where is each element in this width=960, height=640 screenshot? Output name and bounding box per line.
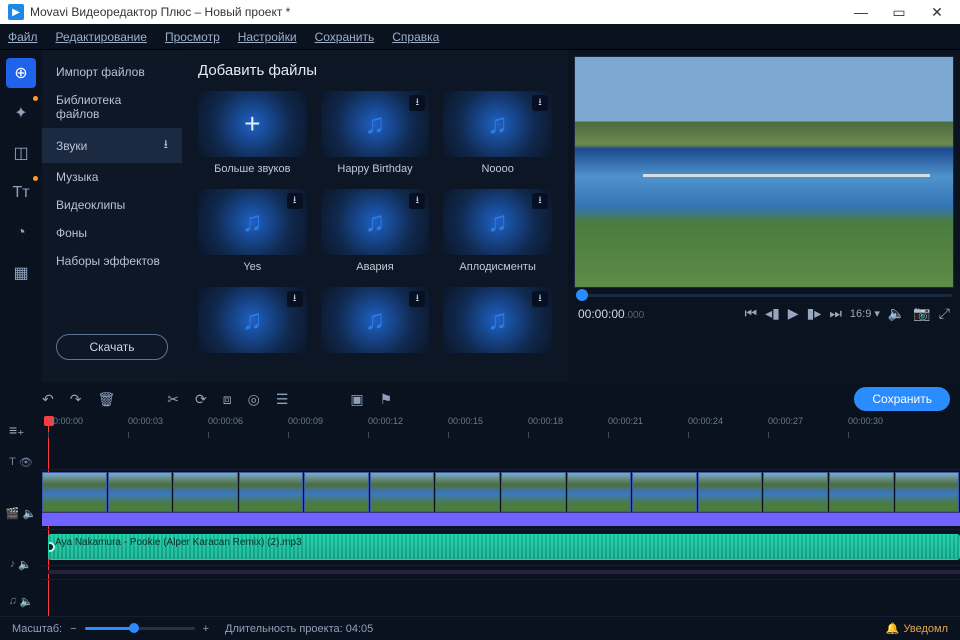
extra-audio-track[interactable]: [42, 566, 960, 580]
download-icon[interactable]: ⭳: [287, 193, 303, 209]
sidetab-stickers[interactable]: ◔: [6, 218, 36, 248]
nav-list: Импорт файлов Библиотека файлов Звуки⭳ М…: [42, 50, 182, 382]
marker-button[interactable]: ⚑: [380, 391, 393, 408]
close-button[interactable]: ✕: [922, 4, 952, 21]
step-forward-button[interactable]: ▮▸: [807, 305, 822, 322]
card-sound[interactable]: ♫⭳ Аплодисменты: [443, 189, 552, 273]
menu-settings[interactable]: Настройки: [238, 30, 297, 44]
crop-button[interactable]: ⧈: [223, 391, 232, 408]
aspect-ratio-button[interactable]: 16:9 ▾: [850, 307, 880, 320]
download-icon[interactable]: ⭳: [409, 193, 425, 209]
transition-wizard-button[interactable]: ▣: [350, 391, 363, 408]
download-button[interactable]: Скачать: [56, 334, 168, 360]
step-back-button[interactable]: ◂▮: [765, 305, 780, 322]
sidetab-transitions[interactable]: ◫: [6, 138, 36, 168]
menu-bar: Файл Редактирование Просмотр Настройки С…: [0, 24, 960, 50]
menu-file[interactable]: Файл: [8, 30, 38, 44]
preview-viewport: [574, 56, 954, 288]
notifications-button[interactable]: 🔔 Уведомл: [886, 622, 948, 635]
download-icon[interactable]: ⭳: [532, 95, 548, 111]
music-note-icon: ♫: [487, 206, 508, 238]
seekbar-knob[interactable]: [576, 289, 588, 301]
timecode: 00:00:00.000: [578, 307, 644, 321]
nav-item-videoclips[interactable]: Видеоклипы: [42, 191, 182, 219]
card-more-sounds[interactable]: + Больше звуков: [198, 91, 307, 175]
zoom-out-button[interactable]: −: [70, 623, 76, 635]
title-track-header[interactable]: T 👁: [2, 448, 40, 477]
volume-button[interactable]: 🔈: [888, 305, 905, 322]
download-icon[interactable]: ⭳: [532, 193, 548, 209]
nav-item-sounds[interactable]: Звуки⭳: [42, 128, 182, 163]
download-icon: ⭳: [164, 135, 168, 156]
download-icon[interactable]: ⭳: [532, 291, 548, 307]
play-button[interactable]: ▶: [788, 305, 799, 322]
card-sound[interactable]: ♫⭳: [198, 287, 307, 353]
download-icon[interactable]: ⭳: [287, 291, 303, 307]
color-button[interactable]: ◎: [248, 391, 260, 408]
card-sound[interactable]: ♫⭳ Yes: [198, 189, 307, 273]
card-sound[interactable]: ♫⭳ Happy Birthday: [321, 91, 430, 175]
zoom-slider[interactable]: [85, 627, 195, 630]
music-note-icon: ♫: [487, 108, 508, 140]
music-note-icon: ♫: [364, 304, 385, 336]
sidetab-more[interactable]: ▦: [6, 258, 36, 288]
redo-button[interactable]: ↷: [70, 391, 82, 408]
delete-button[interactable]: 🗑: [97, 391, 115, 408]
save-button[interactable]: Сохранить: [854, 387, 950, 411]
maximize-button[interactable]: ▭: [884, 4, 914, 21]
timeline-ruler[interactable]: 00:00:0000:00:0300:00:0600:00:0900:00:12…: [42, 416, 960, 440]
video-clip[interactable]: [42, 472, 107, 512]
menu-help[interactable]: Справка: [392, 30, 439, 44]
video-track[interactable]: [42, 472, 960, 530]
sidetab-titles[interactable]: Tᴛ: [6, 178, 36, 208]
music-note-icon: ♫: [364, 206, 385, 238]
extra-track-header[interactable]: ♫ 🔈: [2, 587, 40, 616]
card-sound[interactable]: ♫⭳: [321, 287, 430, 353]
menu-edit[interactable]: Редактирование: [56, 30, 147, 44]
video-track-header[interactable]: 🎬 🔈: [2, 485, 40, 542]
nav-item-effects[interactable]: Наборы эффектов: [42, 247, 182, 275]
next-clip-button[interactable]: ⏭: [829, 305, 842, 322]
app-logo-icon: ▶: [8, 4, 24, 20]
music-note-icon: ♫: [364, 108, 385, 140]
prev-clip-button[interactable]: ⏮: [744, 305, 757, 322]
cut-button[interactable]: ✂: [167, 391, 179, 408]
download-icon[interactable]: ⭳: [409, 95, 425, 111]
download-icon[interactable]: ⭳: [409, 291, 425, 307]
preview-seekbar[interactable]: [576, 294, 952, 297]
nav-item-backgrounds[interactable]: Фоны: [42, 219, 182, 247]
adjust-button[interactable]: ☰: [276, 391, 289, 408]
rotate-button[interactable]: ⟳: [195, 391, 207, 408]
nav-item-import[interactable]: Импорт файлов: [42, 58, 182, 86]
music-note-icon: ♫: [242, 206, 263, 238]
video-volume-lane[interactable]: [42, 512, 960, 526]
sidetab-filters[interactable]: ✦: [6, 98, 36, 128]
add-track-button[interactable]: ≡₊: [9, 422, 33, 440]
project-duration: Длительность проекта: 04:05: [225, 623, 373, 635]
card-sound[interactable]: ♫⭳ Авария: [321, 189, 430, 273]
music-note-icon: ♫: [487, 304, 508, 336]
snapshot-button[interactable]: 📷: [913, 305, 930, 322]
menu-save[interactable]: Сохранить: [315, 30, 375, 44]
window-title: Movavi Видеоредактор Плюс – Новый проект…: [30, 5, 846, 19]
audio-clip[interactable]: Aya Nakamura - Pookie (Alper Karacan Rem…: [48, 534, 960, 560]
popout-button[interactable]: ⤢: [939, 305, 950, 322]
zoom-in-button[interactable]: +: [203, 623, 209, 635]
nav-item-library[interactable]: Библиотека файлов: [42, 86, 182, 128]
zoom-control[interactable]: Масштаб: − +: [12, 623, 209, 635]
gallery-title: Добавить файлы: [198, 62, 552, 79]
audio-track[interactable]: Aya Nakamura - Pookie (Alper Karacan Rem…: [42, 530, 960, 566]
undo-button[interactable]: ↶: [42, 391, 54, 408]
nav-item-music[interactable]: Музыка: [42, 163, 182, 191]
card-sound[interactable]: ♫⭳: [443, 287, 552, 353]
music-note-icon: ♫: [242, 304, 263, 336]
sidetab-import[interactable]: ⊕: [6, 58, 36, 88]
audio-track-header[interactable]: ♪ 🔈: [2, 549, 40, 578]
menu-view[interactable]: Просмотр: [165, 30, 220, 44]
title-track[interactable]: [42, 440, 960, 470]
card-sound[interactable]: ♫⭳ Noooo: [443, 91, 552, 175]
plus-icon: +: [244, 108, 260, 140]
minimize-button[interactable]: —: [846, 4, 876, 21]
